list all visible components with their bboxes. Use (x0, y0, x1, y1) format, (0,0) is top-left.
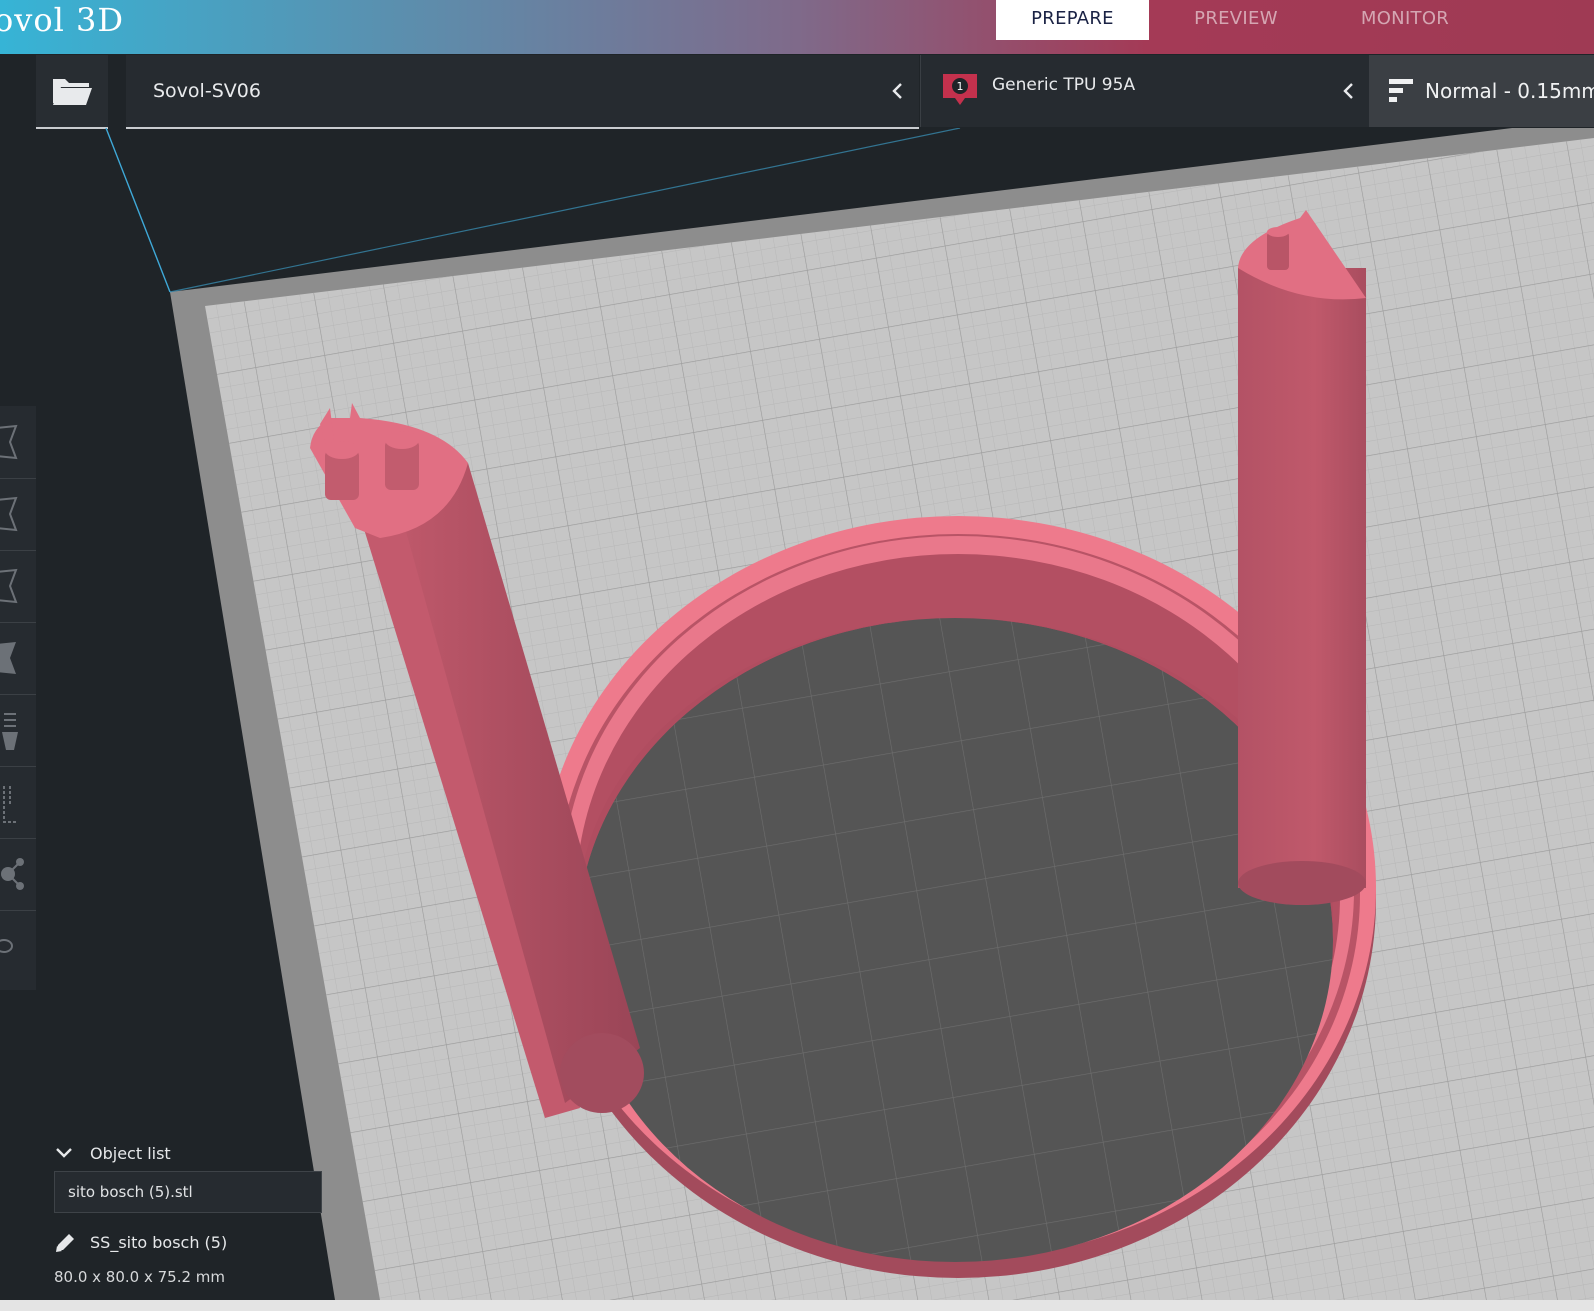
extruder-number: 1 (957, 80, 964, 93)
rotate-icon (0, 568, 18, 604)
per-model-settings-button[interactable] (0, 694, 36, 767)
scale-icon (0, 496, 18, 532)
object-list-item[interactable]: sito bosch (5).stl (54, 1171, 322, 1213)
guide-line (105, 128, 171, 293)
support-blocker-button[interactable] (0, 766, 36, 839)
plugin-icon (1, 858, 24, 890)
chevron-left-icon (892, 83, 902, 99)
move-tool-button[interactable] (0, 406, 36, 479)
brand-logo: ovol 3D (0, 1, 125, 39)
print-settings-selector[interactable]: Normal - 0.15mm (1369, 55, 1594, 127)
extra-tool-icon (0, 939, 13, 953)
mirror-tool-button[interactable] (0, 622, 36, 695)
tool-strip (0, 406, 36, 990)
printer-selector[interactable]: Sovol-SV06 (126, 55, 919, 129)
move-icon (0, 424, 18, 460)
rotate-tool-button[interactable] (0, 550, 36, 623)
print-settings-icon (1389, 79, 1413, 102)
chevron-left-icon (1343, 83, 1353, 99)
tab-prepare[interactable]: PREPARE (996, 0, 1149, 40)
extra-tool-button[interactable] (0, 910, 36, 982)
mirror-icon (0, 642, 16, 674)
support-blocker-icon (3, 786, 18, 823)
folder-open-icon (53, 79, 92, 105)
scale-tool-button[interactable] (0, 478, 36, 551)
material-name: Generic TPU 95A (992, 75, 1136, 95)
marketplace-plugin-button[interactable] (0, 838, 36, 911)
material-selector[interactable]: 1 Generic TPU 95A (920, 55, 1369, 127)
right-pillar (1238, 210, 1366, 905)
extruder-badge-icon: 1 (943, 74, 977, 105)
pencil-icon[interactable] (54, 1232, 78, 1254)
object-dimensions: 80.0 x 80.0 x 75.2 mm (54, 1268, 226, 1286)
per-model-settings-icon (2, 713, 18, 750)
object-name[interactable]: SS_sito bosch (5) (90, 1233, 227, 1252)
print-profile-label: Normal - 0.15mm (1425, 79, 1594, 103)
status-strip (0, 1300, 1594, 1311)
printer-name: Sovol-SV06 (153, 80, 261, 102)
build-plate-viewport[interactable] (0, 128, 1594, 1300)
chevron-down-icon[interactable] (56, 1146, 72, 1160)
tab-monitor[interactable]: MONITOR (1330, 0, 1480, 40)
tab-preview[interactable]: PREVIEW (1167, 0, 1305, 40)
open-file-button[interactable] (36, 55, 108, 129)
object-list-title[interactable]: Object list (90, 1144, 171, 1163)
